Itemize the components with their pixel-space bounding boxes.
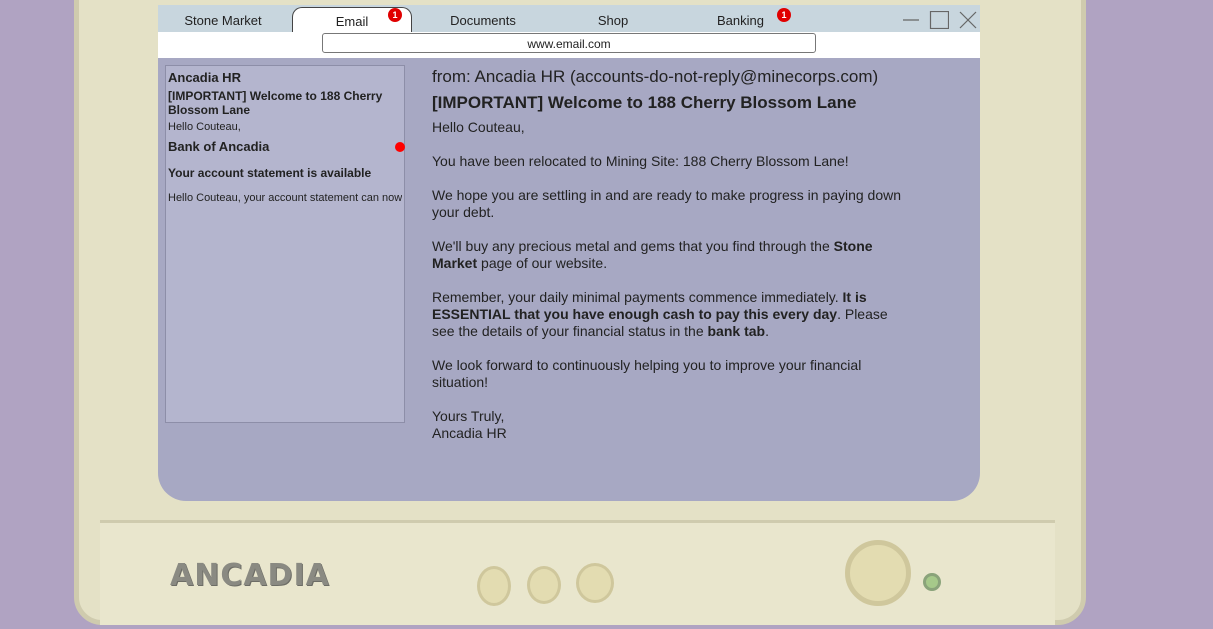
mail-sender: Bank of Ancadia — [168, 139, 270, 154]
tab-bar: Stone Market Email 1 Documents Shop Bank… — [158, 5, 980, 32]
banking-notification-badge: 1 — [777, 8, 791, 22]
email-body: from: Ancadia HR (accounts-do-not-reply@… — [432, 67, 907, 442]
email-paragraph: You have been relocated to Mining Site: … — [432, 153, 849, 169]
email-paragraph: We look forward to continuously helping … — [432, 357, 862, 390]
tab-label: Shop — [597, 13, 629, 28]
minimize-icon[interactable] — [901, 11, 921, 29]
email-subject: [IMPORTANT] Welcome to 188 Cherry Blosso… — [432, 93, 857, 112]
tab-documents[interactable]: Documents — [428, 13, 538, 28]
mail-sender: Ancadia HR — [168, 70, 241, 85]
email-signoff: Yours Truly, — [432, 408, 505, 424]
monitor-button-1[interactable] — [477, 566, 511, 606]
tab-banking[interactable]: Banking — [698, 13, 783, 28]
power-knob[interactable] — [845, 540, 911, 606]
monitor-button-2[interactable] — [527, 566, 561, 604]
inbox-list: Ancadia HR [IMPORTANT] Welcome to 188 Ch… — [165, 65, 405, 423]
power-indicator-light — [923, 573, 941, 591]
ancadia-logo: ANCADIA — [170, 558, 330, 593]
tab-label: Banking — [717, 13, 764, 28]
monitor-button-3[interactable] — [576, 563, 614, 603]
tab-stone-market[interactable]: Stone Market — [168, 13, 278, 28]
email-signature: Ancadia HR — [432, 425, 507, 441]
bank-tab-link: bank tab — [707, 323, 766, 339]
tab-label: Stone Market — [184, 13, 262, 28]
inbox-item-bank[interactable]: Bank of Ancadia Your account statement i… — [168, 139, 402, 204]
tab-label: Documents — [450, 13, 516, 28]
mail-preview: Hello Couteau, — [168, 121, 241, 133]
tab-shop[interactable]: Shop — [563, 13, 663, 28]
tab-label: Email — [335, 14, 369, 29]
email-paragraph: We'll buy any precious metal and gems th… — [432, 238, 873, 271]
email-greeting: Hello Couteau, — [432, 119, 525, 135]
close-icon[interactable] — [958, 11, 978, 29]
email-paragraph: Remember, your daily minimal payments co… — [432, 289, 888, 339]
email-from: from: Ancadia HR (accounts-do-not-reply@… — [432, 67, 879, 86]
mail-subject: Your account statement is available — [168, 166, 372, 180]
cursor-pointer — [395, 142, 405, 152]
address-bar[interactable]: www.email.com — [322, 33, 816, 53]
mail-preview: Hello Couteau, your account statement ca… — [168, 192, 402, 204]
address-bar-area: www.email.com — [158, 32, 980, 58]
inbox-item-hr[interactable]: Ancadia HR [IMPORTANT] Welcome to 188 Ch… — [168, 70, 402, 133]
email-paragraph: We hope you are settling in and are read… — [432, 187, 902, 220]
email-notification-badge: 1 — [388, 8, 402, 22]
mail-subject: [IMPORTANT] Welcome to 188 Cherry Blosso… — [168, 89, 383, 117]
maximize-icon[interactable] — [929, 11, 949, 29]
browser-window: Stone Market Email 1 Documents Shop Bank… — [158, 5, 980, 501]
